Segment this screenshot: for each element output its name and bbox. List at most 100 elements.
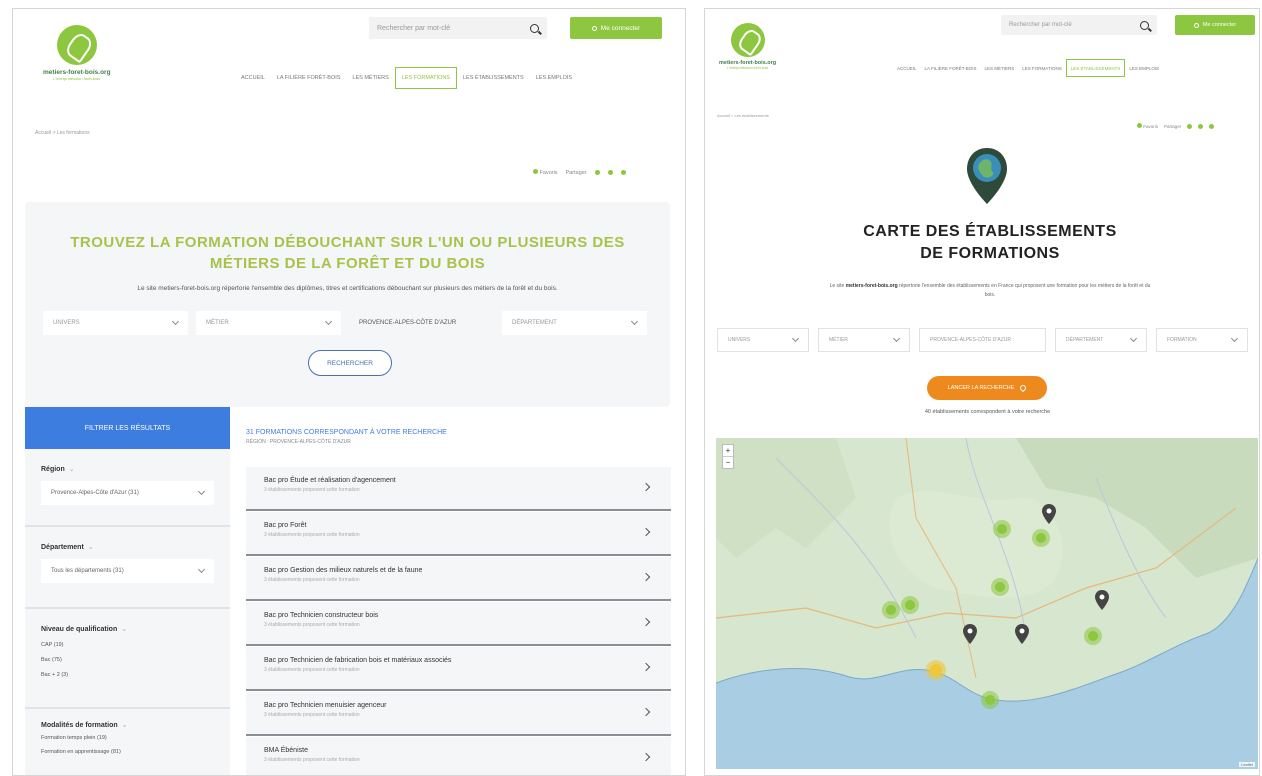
- filter-univers[interactable]: Univers: [717, 328, 809, 352]
- level-option[interactable]: CAP (19): [41, 642, 214, 648]
- results-list: Bac pro Étude et réalisation d'agencemen…: [246, 467, 671, 775]
- mode-option[interactable]: Formation en apprentissage (81): [41, 749, 214, 755]
- nav-item-0[interactable]: Accueil: [893, 59, 921, 77]
- nav-item-2[interactable]: Les métiers: [346, 67, 394, 89]
- facebook-icon[interactable]: [1209, 123, 1215, 129]
- nav-item-1[interactable]: La filière forêt-bois: [271, 67, 347, 89]
- favorite-link[interactable]: Favoris: [533, 169, 558, 176]
- filter-region-label: PROVENCE-ALPES-CÔTE D'AZUR: [930, 337, 1011, 343]
- favorite-label: Favoris: [539, 170, 558, 176]
- mode-option[interactable]: Formation temps plein (19): [41, 735, 214, 741]
- filter-row: Univers Métier PROVENCE-ALPES-CÔTE D'AZU…: [43, 311, 647, 335]
- map-cluster-icon[interactable]: [886, 605, 896, 615]
- filter-formation[interactable]: Formation: [1156, 328, 1248, 352]
- page-title-line: CARTE DES ÉTABLISSEMENTS: [863, 223, 1117, 240]
- mode-filter-label[interactable]: Modalités de formation ⌄: [41, 721, 214, 729]
- map-cluster-icon[interactable]: [905, 600, 915, 610]
- filter-region[interactable]: PROVENCE-ALPES-CÔTE D'AZUR: [919, 328, 1046, 352]
- filter-metier[interactable]: Métier: [818, 328, 910, 352]
- formation-row[interactable]: Bac pro Technicien de fabrication bois e…: [246, 647, 671, 691]
- launch-search-button[interactable]: Lancer la recherche: [927, 376, 1047, 400]
- location-icon: [1019, 383, 1028, 393]
- region-filter-label[interactable]: Région ⌄: [41, 465, 214, 473]
- formation-row[interactable]: Bac pro Gestion des milieux naturels et …: [246, 557, 671, 601]
- map-pin-icon: [967, 148, 1007, 204]
- map-cluster-icon[interactable]: [930, 664, 942, 676]
- nav-item-3[interactable]: Les formations: [394, 67, 457, 89]
- nav-item-1[interactable]: La filière forêt-bois: [921, 59, 981, 77]
- search-icon[interactable]: [530, 23, 539, 33]
- connect-button[interactable]: Me connecter: [1175, 15, 1255, 35]
- map-cluster-icon[interactable]: [1088, 631, 1098, 641]
- filter-region[interactable]: PROVENCE-ALPES-CÔTE D'AZUR: [349, 311, 494, 335]
- formation-meta: 3 établissements proposent cette formati…: [264, 487, 360, 493]
- twitter-icon[interactable]: [1198, 123, 1204, 129]
- filter-departement[interactable]: Département: [502, 311, 647, 335]
- level-filter-label[interactable]: Niveau de qualification ⌄: [41, 625, 214, 633]
- region-select[interactable]: Provence-Alpes-Côte d'Azur (31): [41, 481, 214, 505]
- mode-filter-group: Modalités de formation ⌄ Formation temps …: [25, 709, 230, 767]
- share-label[interactable]: Partager: [1164, 124, 1181, 129]
- breadcrumb: Accueil > Les formations: [35, 130, 90, 136]
- search-icon[interactable]: [1140, 20, 1149, 30]
- connect-button[interactable]: Me connecter: [570, 17, 662, 39]
- map-marker-icon[interactable]: [1099, 594, 1105, 600]
- site-logo[interactable]: metiers-foret-bois.org L'interprofession…: [719, 23, 776, 70]
- filter-departement-label: Département: [1066, 337, 1104, 343]
- formation-row[interactable]: Bac pro Forêt 3 établissements proposent …: [246, 512, 671, 556]
- search-input[interactable]: Rechercher par mot-clé: [1001, 15, 1157, 35]
- filter-univers[interactable]: Univers: [43, 311, 188, 335]
- twitter-icon[interactable]: [607, 170, 613, 175]
- description-pre: Le site: [829, 283, 846, 289]
- map-cluster-icon[interactable]: [985, 695, 995, 705]
- print-icon[interactable]: [594, 170, 600, 175]
- formation-row[interactable]: Bac pro Technicien menuisier agenceur 3 é…: [246, 692, 671, 736]
- filter-metier[interactable]: Métier: [196, 311, 341, 335]
- departement-select[interactable]: Tous les départements (31): [41, 559, 214, 583]
- site-logo[interactable]: metiers-foret-bois.org L'interprofession…: [43, 25, 111, 81]
- mode-label-text: Modalités de formation: [41, 722, 118, 729]
- main-nav: Accueil La filière forêt-bois Les métiers L…: [893, 59, 1163, 77]
- nav-item-4[interactable]: Les établissements: [457, 67, 530, 89]
- map-attribution[interactable]: Leaflet: [1238, 762, 1255, 767]
- nav-item-4[interactable]: Les établissements: [1065, 59, 1126, 77]
- level-option[interactable]: Bac + 2 (3): [41, 672, 214, 678]
- nav-item-3[interactable]: Les formations: [1018, 59, 1065, 77]
- region-label-text: Région: [41, 466, 65, 473]
- search-button[interactable]: Rechercher: [308, 350, 392, 376]
- zoom-in-button[interactable]: +: [723, 445, 733, 456]
- facebook-icon[interactable]: [620, 170, 626, 175]
- formation-row[interactable]: BMA Ébéniste 3 établissements proposent c…: [246, 737, 671, 775]
- map-cluster-icon[interactable]: [995, 582, 1005, 592]
- map-cluster-icon[interactable]: [997, 524, 1007, 534]
- search-placeholder: Rechercher par mot-clé: [377, 24, 451, 32]
- connect-label: Me connecter: [1202, 22, 1237, 28]
- etablissements-map[interactable]: + − Leaflet: [716, 438, 1258, 769]
- logo-emblem-icon: [56, 25, 97, 65]
- share-bar: Favoris Partager: [1137, 123, 1215, 129]
- search-input[interactable]: Rechercher par mot-clé: [369, 17, 547, 39]
- nav-item-5[interactable]: Les emplois: [1125, 59, 1163, 77]
- zoom-out-button[interactable]: −: [723, 456, 733, 468]
- map-zoom-control: + −: [722, 444, 734, 469]
- share-label[interactable]: Partager: [566, 170, 587, 176]
- nav-item-0[interactable]: Accueil: [235, 67, 271, 89]
- nav-item-2[interactable]: Les métiers: [981, 59, 1019, 77]
- formation-meta: 3 établissements proposent cette formati…: [264, 622, 360, 628]
- departement-filter-label[interactable]: Département ⌄: [41, 543, 214, 551]
- chevron-down-icon: ⌄: [121, 626, 128, 633]
- formation-row[interactable]: Bac pro Technicien constructeur bois 3 ét…: [246, 602, 671, 646]
- level-option[interactable]: Bac (75): [41, 657, 214, 663]
- map-marker-icon[interactable]: [967, 628, 973, 634]
- filter-departement[interactable]: Département: [1055, 328, 1147, 352]
- main-nav: Accueil La filière forêt-bois Les métiers L…: [235, 67, 578, 89]
- nav-item-5[interactable]: Les emplois: [530, 67, 578, 89]
- print-icon[interactable]: [1187, 123, 1193, 129]
- map-cluster-icon[interactable]: [1036, 533, 1046, 543]
- map-marker-icon[interactable]: [1046, 508, 1052, 514]
- map-canvas[interactable]: [716, 438, 1258, 769]
- map-marker-icon[interactable]: [1019, 628, 1025, 634]
- favorite-link[interactable]: Favoris: [1137, 123, 1158, 129]
- formation-row[interactable]: Bac pro Étude et réalisation d'agencemen…: [246, 467, 671, 511]
- search-placeholder: Rechercher par mot-clé: [1009, 22, 1072, 28]
